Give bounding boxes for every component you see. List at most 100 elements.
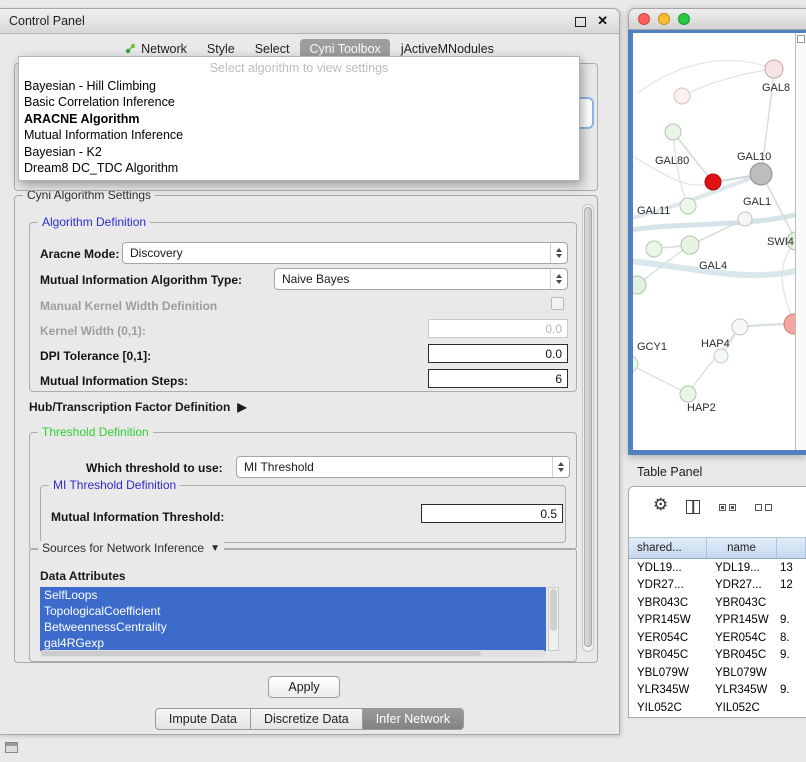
table-row[interactable]: YPR145WYPR145W9. bbox=[629, 612, 806, 630]
network-view-window: GAL8GAL80GAL10GAL11GAL1SWI4GAL4GCY1HAP4Y… bbox=[628, 8, 806, 455]
column-header-name[interactable]: name bbox=[707, 538, 777, 558]
network-node-gal80[interactable] bbox=[665, 124, 681, 140]
gear-icon[interactable]: ⚙ bbox=[653, 495, 668, 515]
tab-label: Select bbox=[255, 42, 290, 56]
apply-button[interactable]: Apply bbox=[268, 676, 340, 698]
hub-definition-toggle[interactable]: Hub/Transcription Factor Definition ▶ bbox=[29, 400, 247, 414]
attributes-vertical-scrollbar[interactable] bbox=[548, 587, 559, 651]
manual-kernel-label: Manual Kernel Width Definition bbox=[40, 299, 217, 313]
network-icon bbox=[125, 43, 136, 54]
algorithm-option-basic-correlation-inference[interactable]: Basic Correlation Inference bbox=[19, 94, 579, 110]
network-node-hap2[interactable] bbox=[680, 386, 696, 402]
bottom-tabs: Impute DataDiscretize DataInfer Network bbox=[0, 708, 619, 730]
attributes-hscrollbar-thumb[interactable] bbox=[41, 651, 481, 656]
node-label-gal10: GAL10 bbox=[737, 151, 771, 163]
traffic-lights bbox=[638, 13, 690, 25]
table-row[interactable]: YBR045CYBR045C9. bbox=[629, 647, 806, 665]
minimized-panel-icon[interactable] bbox=[5, 742, 18, 753]
network-edge bbox=[673, 132, 688, 206]
network-node-gal4[interactable] bbox=[681, 236, 699, 254]
birds-eye-toggle[interactable] bbox=[797, 35, 805, 43]
float-window-button[interactable] bbox=[575, 17, 586, 27]
aracne-mode-select[interactable]: Discovery bbox=[122, 242, 568, 264]
mi-type-select[interactable]: Naive Bayes bbox=[274, 268, 568, 290]
network-node-gcy1[interactable] bbox=[633, 356, 638, 372]
mi-steps-input[interactable] bbox=[428, 369, 568, 388]
select-columns-icon[interactable] bbox=[719, 504, 736, 511]
settings-scrollbar-thumb[interactable] bbox=[584, 207, 592, 647]
node-label-hap2: HAP2 bbox=[687, 402, 716, 414]
algorithm-dropdown-popup: Select algorithm to view settings Bayesi… bbox=[18, 56, 580, 181]
combo-arrows-icon bbox=[550, 269, 567, 289]
mi-threshold-input[interactable] bbox=[421, 504, 563, 523]
bottom-tab-infer-network[interactable]: Infer Network bbox=[362, 708, 464, 730]
attributes-scrollbar-thumb[interactable] bbox=[550, 589, 557, 631]
attribute-betweennesscentrality[interactable]: BetweennessCentrality bbox=[40, 619, 546, 635]
network-node-gal11[interactable] bbox=[680, 198, 696, 214]
attributes-horizontal-scrollbar[interactable] bbox=[40, 650, 546, 657]
tab-label: jActiveMNodules bbox=[401, 42, 494, 56]
table-row[interactable]: YBL079WYBL079W bbox=[629, 664, 806, 682]
attribute-gal4rgexp[interactable]: gal4RGexp bbox=[40, 635, 546, 651]
mi-threshold-group: MI Threshold Definition Mutual Informati… bbox=[40, 485, 566, 543]
table-row[interactable]: YDR27...YDR27...12 bbox=[629, 577, 806, 595]
table-header-row: shared...name bbox=[629, 537, 806, 559]
network-node-y[interactable] bbox=[784, 314, 795, 334]
network-node-gal8[interactable] bbox=[765, 60, 783, 78]
minimize-light[interactable] bbox=[658, 13, 670, 25]
algorithm-option-dream8-dc-tdc-algorithm[interactable]: Dream8 DC_TDC Algorithm bbox=[19, 160, 579, 176]
network-node[interactable] bbox=[750, 163, 772, 185]
collapse-down-icon: ▼ bbox=[210, 543, 220, 554]
dpi-tolerance-input[interactable] bbox=[428, 344, 568, 363]
threshold-definition-title: Threshold Definition bbox=[38, 425, 153, 439]
network-node[interactable] bbox=[674, 88, 690, 104]
settings-scrollbar[interactable] bbox=[582, 204, 594, 652]
network-canvas-svg[interactable]: GAL8GAL80GAL10GAL11GAL1SWI4GAL4GCY1HAP4Y… bbox=[633, 33, 795, 450]
network-node[interactable] bbox=[633, 276, 646, 294]
column-header-shared[interactable]: shared... bbox=[629, 538, 707, 558]
table-row[interactable]: YLR345WYLR345W9. bbox=[629, 682, 806, 700]
table-cell: 9. bbox=[777, 614, 806, 626]
algorithm-option-mutual-information-inference[interactable]: Mutual Information Inference bbox=[19, 127, 579, 143]
network-node[interactable] bbox=[646, 241, 662, 257]
column-layout-icon[interactable] bbox=[686, 500, 700, 514]
node-label-gal11: GAL11 bbox=[637, 205, 670, 217]
manual-kernel-checkbox[interactable] bbox=[551, 297, 564, 310]
algorithm-option-aracne-algorithm[interactable]: ARACNE Algorithm bbox=[19, 111, 579, 127]
table-row[interactable]: YIL052CYIL052C bbox=[629, 699, 806, 717]
network-node-hap4[interactable] bbox=[714, 349, 728, 363]
network-scrollbar[interactable] bbox=[795, 33, 806, 450]
algorithm-definition-title: Algorithm Definition bbox=[38, 215, 150, 229]
table-row[interactable]: YBR043CYBR043C bbox=[629, 594, 806, 612]
algorithm-option-bayesian-k2[interactable]: Bayesian - K2 bbox=[19, 144, 579, 160]
zoom-light[interactable] bbox=[678, 13, 690, 25]
network-node-gal1[interactable] bbox=[738, 212, 752, 226]
network-node-gal10[interactable] bbox=[705, 174, 721, 190]
sources-group: Sources for Network Inference ▼ Data Att… bbox=[29, 548, 577, 662]
table-cell: YPR145W bbox=[707, 614, 777, 626]
combo-arrows-icon bbox=[550, 243, 567, 263]
table-cell: 8. bbox=[777, 632, 806, 644]
data-attributes-label: Data Attributes bbox=[40, 569, 126, 583]
network-canvas[interactable]: GAL8GAL80GAL10GAL11GAL1SWI4GAL4GCY1HAP4Y… bbox=[633, 33, 795, 450]
close-panel-button[interactable]: ✕ bbox=[597, 13, 608, 29]
sources-title-row[interactable]: Sources for Network Inference ▼ bbox=[38, 541, 224, 555]
column-header-2[interactable] bbox=[777, 538, 806, 558]
bottom-tab-discretize-data[interactable]: Discretize Data bbox=[250, 708, 363, 730]
bottom-tab-impute-data[interactable]: Impute Data bbox=[155, 708, 251, 730]
kernel-width-input[interactable] bbox=[428, 319, 568, 338]
algorithm-option-bayesian-hill-climbing[interactable]: Bayesian - Hill Climbing bbox=[19, 78, 579, 94]
close-light[interactable] bbox=[638, 13, 650, 25]
table-cell: YIL052C bbox=[629, 702, 707, 714]
which-threshold-select[interactable]: MI Threshold bbox=[236, 456, 570, 478]
attribute-topologicalcoefficient[interactable]: TopologicalCoefficient bbox=[40, 603, 546, 619]
algorithm-definition-group: Algorithm Definition Aracne Mode: Discov… bbox=[29, 222, 577, 392]
attribute-selfloops[interactable]: SelfLoops bbox=[40, 587, 546, 603]
table-row[interactable]: YER054CYER054C8. bbox=[629, 629, 806, 647]
table-cell: YBR045C bbox=[707, 649, 777, 661]
mi-type-value: Naive Bayes bbox=[275, 272, 550, 286]
deselect-columns-icon[interactable] bbox=[755, 504, 772, 511]
expand-right-icon: ▶ bbox=[237, 400, 246, 414]
network-node[interactable] bbox=[732, 319, 748, 335]
table-row[interactable]: YDL19...YDL19...13 bbox=[629, 559, 806, 577]
